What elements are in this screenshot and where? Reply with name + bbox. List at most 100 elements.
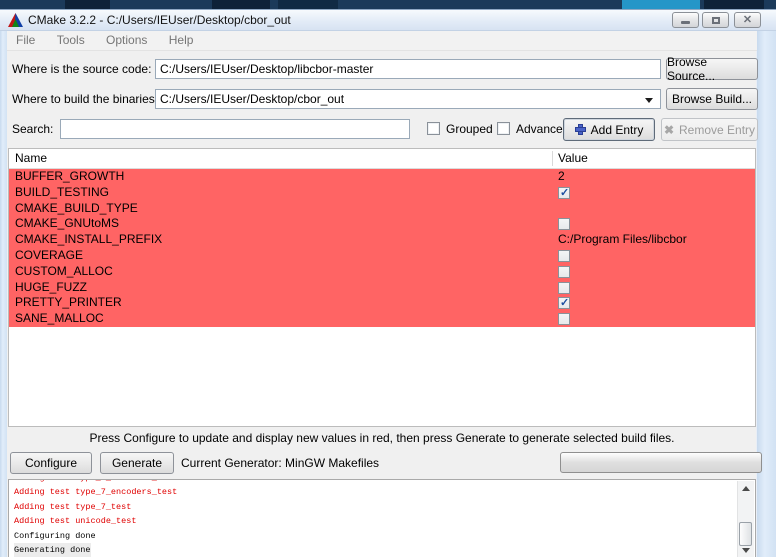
advanced-checkbox[interactable]: [497, 122, 510, 135]
window-frame-right: [756, 31, 776, 557]
cache-entry-row[interactable]: SANE_MALLOC: [9, 311, 755, 327]
browse-build-label: Browse Build...: [672, 92, 752, 106]
minimize-icon: [681, 21, 690, 24]
minimize-button[interactable]: [672, 12, 699, 28]
cmake-logo-icon: [8, 13, 23, 28]
menu-bar: File Tools Options Help: [7, 31, 757, 51]
cache-entry-row[interactable]: CMAKE_GNUtoMS: [9, 216, 755, 232]
close-button[interactable]: ✕: [734, 12, 761, 28]
build-path-combobox[interactable]: C:/Users/IEUser/Desktop/cbor_out: [155, 89, 661, 109]
cache-entry-name: BUILD_TESTING: [15, 185, 109, 201]
log-line: Generating done: [14, 543, 91, 557]
cmake-gui-window: CMake 3.2.2 - C:/Users/IEUser/Desktop/cb…: [0, 0, 776, 557]
down-arrow-icon: [742, 548, 750, 553]
progress-bar: [560, 452, 762, 473]
cache-entry-row[interactable]: CUSTOM_ALLOC: [9, 264, 755, 280]
grouped-checkbox[interactable]: [427, 122, 440, 135]
cache-entry-row[interactable]: CMAKE_INSTALL_PREFIX C:/Program Files/lib…: [9, 232, 755, 248]
x-icon: ✖: [664, 123, 674, 137]
value-checkbox-checked[interactable]: [558, 187, 570, 199]
add-entry-label: Add Entry: [591, 123, 644, 137]
value-checkbox-unchecked[interactable]: [558, 313, 570, 325]
remove-entry-label: Remove Entry: [679, 123, 755, 137]
cache-entry-name: CMAKE_INSTALL_PREFIX: [15, 232, 162, 248]
log-scrollbar[interactable]: [737, 481, 754, 557]
log-line: Adding test type_7_encoders_test: [14, 485, 177, 499]
up-arrow-icon: [742, 486, 750, 491]
desktop-edge-segment: [278, 0, 338, 9]
value-checkbox-unchecked[interactable]: [558, 266, 570, 278]
plus-icon: [575, 124, 586, 135]
value-checkbox-unchecked[interactable]: [558, 250, 570, 262]
generate-label: Generate: [112, 456, 162, 470]
column-header-name[interactable]: Name: [15, 149, 47, 168]
cache-entry-name: BUFFER_GROWTH: [15, 169, 124, 185]
cache-entry-row[interactable]: COVERAGE: [9, 248, 755, 264]
cache-entry-name: COVERAGE: [15, 248, 83, 264]
configure-label: Configure: [25, 456, 77, 470]
scroll-down-button[interactable]: [738, 543, 754, 557]
column-divider[interactable]: [552, 151, 553, 166]
cache-entry-name: HUGE_FUZZ: [15, 280, 87, 296]
configure-button[interactable]: Configure: [10, 452, 92, 474]
log-line: Adding test unicode_test: [14, 514, 136, 528]
desktop-edge-segment: [65, 0, 110, 9]
close-icon: ✕: [743, 15, 752, 26]
cache-entry-row[interactable]: BUILD_TESTING: [9, 185, 755, 201]
desktop-edge: [0, 0, 776, 9]
build-binaries-label: Where to build the binaries:: [12, 89, 158, 109]
browse-source-button[interactable]: Browse Source...: [666, 58, 758, 80]
source-path-input[interactable]: [155, 59, 661, 79]
menu-help[interactable]: Help: [160, 31, 203, 50]
cache-table-header: Name Value: [9, 149, 755, 169]
output-log[interactable]: Adding test type_6_encoders_testAdding t…: [8, 479, 756, 557]
source-code-label: Where is the source code:: [12, 59, 151, 79]
log-lines: Adding test type_6_encoders_testAdding t…: [14, 482, 735, 557]
log-line: Configuring done: [14, 529, 96, 543]
title-bar[interactable]: CMake 3.2.2 - C:/Users/IEUser/Desktop/cb…: [0, 9, 776, 31]
desktop-edge-segment: [212, 0, 270, 9]
window-title: CMake 3.2.2 - C:/Users/IEUser/Desktop/cb…: [28, 10, 291, 31]
advanced-label[interactable]: Advanced: [516, 119, 569, 139]
column-header-value[interactable]: Value: [558, 149, 588, 168]
cache-entry-name: CUSTOM_ALLOC: [15, 264, 113, 280]
cache-entry-value[interactable]: 2: [558, 169, 565, 185]
configure-hint-text: Press Configure to update and display ne…: [8, 431, 756, 445]
scroll-up-button[interactable]: [738, 481, 754, 495]
cache-entry-name: PRETTY_PRINTER: [15, 295, 122, 311]
generate-button[interactable]: Generate: [100, 452, 174, 474]
maximize-icon: [712, 17, 720, 24]
build-path-value: C:/Users/IEUser/Desktop/cbor_out: [160, 92, 344, 106]
menu-file[interactable]: File: [7, 31, 44, 50]
cache-entry-row[interactable]: BUFFER_GROWTH 2: [9, 169, 755, 185]
cache-entry-row[interactable]: HUGE_FUZZ: [9, 280, 755, 296]
value-checkbox-unchecked[interactable]: [558, 282, 570, 294]
current-generator-text: Current Generator: MinGW Makefiles: [181, 452, 379, 474]
menu-options[interactable]: Options: [97, 31, 156, 50]
maximize-button[interactable]: [702, 12, 729, 28]
value-checkbox-checked[interactable]: [558, 297, 570, 309]
cache-entry-name: CMAKE_GNUtoMS: [15, 216, 119, 232]
browse-source-label: Browse Source...: [667, 55, 757, 83]
grouped-label[interactable]: Grouped: [446, 119, 493, 139]
cache-entry-row[interactable]: PRETTY_PRINTER: [9, 295, 755, 311]
cache-rows: BUFFER_GROWTH 2 BUILD_TESTINGCMAKE_BUILD_T…: [9, 169, 755, 327]
menu-tools[interactable]: Tools: [48, 31, 94, 50]
desktop-edge-segment: [622, 0, 700, 9]
add-entry-button[interactable]: Add Entry: [563, 118, 655, 141]
dropdown-arrow-icon[interactable]: [645, 98, 653, 103]
cache-table[interactable]: Name Value BUFFER_GROWTH2BUILD_TESTINGCM…: [8, 148, 756, 427]
remove-entry-button: ✖ Remove Entry: [661, 118, 758, 141]
cache-entry-name: CMAKE_BUILD_TYPE: [15, 201, 138, 217]
search-input[interactable]: [60, 119, 410, 139]
value-checkbox-unchecked[interactable]: [558, 218, 570, 230]
cache-entry-name: SANE_MALLOC: [15, 311, 104, 327]
window-frame-left: [0, 31, 7, 557]
log-line: Adding test type_7_test: [14, 500, 131, 514]
browse-build-button[interactable]: Browse Build...: [666, 88, 758, 110]
cache-entry-value[interactable]: C:/Program Files/libcbor: [558, 232, 687, 248]
desktop-edge-segment: [704, 0, 764, 9]
cache-entry-row[interactable]: CMAKE_BUILD_TYPE: [9, 201, 755, 217]
cache-entry-value: [558, 311, 570, 330]
search-label: Search:: [12, 119, 53, 139]
